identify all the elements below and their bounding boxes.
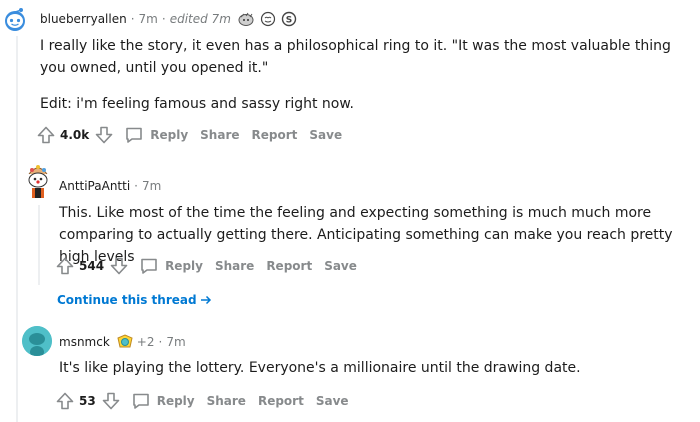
reply-label: Reply — [156, 394, 195, 408]
separator-dot: · — [161, 12, 166, 26]
report-button[interactable]: Report — [258, 394, 304, 408]
separator-dot: · — [134, 179, 138, 193]
vote-count: 544 — [79, 259, 105, 273]
comment-paragraph: It's like playing the lottery. Everyone'… — [59, 360, 581, 376]
comment-actions: 53 Reply Share Report Save — [55, 389, 361, 413]
comment-meta: msnmck +2 · 7m — [59, 334, 186, 350]
separator-dot: · — [158, 335, 163, 349]
avatar[interactable] — [0, 4, 30, 34]
reply-button[interactable]: Reply — [124, 125, 188, 145]
award-icon-3[interactable]: S — [281, 11, 297, 27]
award-icon-1[interactable] — [237, 11, 255, 27]
username[interactable]: AnttiPaAntti — [59, 179, 130, 193]
upvote-icon — [37, 126, 55, 144]
report-button[interactable]: Report — [252, 128, 298, 142]
upvote-icon — [56, 257, 74, 275]
downvote-icon — [95, 126, 113, 144]
comment-bubble-icon — [132, 393, 149, 409]
arrow-right-icon — [200, 295, 211, 305]
save-button[interactable]: Save — [316, 394, 349, 408]
save-button[interactable]: Save — [309, 128, 342, 142]
comment-bubble-icon — [141, 258, 157, 274]
report-label: Report — [266, 259, 313, 273]
teal-snoo-avatar-icon — [22, 326, 52, 356]
downvote-button[interactable] — [94, 125, 114, 145]
save-button[interactable]: Save — [324, 259, 357, 273]
comment-paragraph: I really like the story, it even has a p… — [40, 38, 671, 76]
clown-snoo-avatar-icon — [28, 165, 48, 198]
comment-meta: AnttiPaAntti · 7m — [59, 179, 161, 193]
vote-count: 4.0k — [60, 128, 90, 142]
downvote-icon — [102, 392, 120, 410]
downvote-icon — [110, 257, 128, 275]
continue-thread-link[interactable]: Continue this thread — [57, 293, 212, 307]
report-label: Report — [257, 394, 304, 408]
share-label: Share — [206, 394, 246, 408]
thread-line-2[interactable] — [38, 205, 40, 285]
share-label: Share — [200, 128, 240, 142]
thread-line-1[interactable] — [16, 36, 18, 422]
award-icon[interactable] — [116, 334, 134, 350]
comment-meta: blueberryallen · 7m · edited 7m S — [40, 11, 297, 27]
downvote-button[interactable] — [101, 391, 121, 411]
reply-button[interactable]: Reply — [139, 256, 203, 276]
comment-body: It's like playing the lottery. Everyone'… — [59, 357, 689, 379]
timestamp[interactable]: 7m — [166, 335, 185, 349]
upvote-icon — [56, 392, 74, 410]
comment-body: I really like the story, it even has a p… — [40, 35, 680, 115]
save-label: Save — [315, 394, 349, 408]
avatar[interactable] — [22, 326, 52, 356]
save-label: Save — [324, 259, 357, 273]
continue-thread-label: Continue this thread — [57, 293, 197, 307]
report-button[interactable]: Report — [266, 259, 312, 273]
username[interactable]: blueberryallen — [40, 12, 127, 26]
timestamp[interactable]: 7m — [139, 12, 158, 26]
reply-label: Reply — [150, 128, 189, 142]
report-label: Report — [251, 128, 298, 142]
save-label: Save — [309, 128, 343, 142]
username[interactable]: msnmck — [59, 335, 110, 349]
share-button[interactable]: Share — [215, 259, 254, 273]
avatar[interactable] — [23, 164, 53, 202]
comment-paragraph: Edit: i'm feeling famous and sassy right… — [40, 96, 354, 112]
award-icon-2[interactable] — [259, 11, 277, 27]
share-label: Share — [214, 259, 255, 273]
downvote-button[interactable] — [109, 256, 129, 276]
upvote-button[interactable] — [55, 256, 75, 276]
snoo-avatar-icon — [0, 4, 30, 34]
share-button[interactable]: Share — [200, 128, 239, 142]
svg-text:S: S — [286, 16, 292, 26]
upvote-button[interactable] — [55, 391, 75, 411]
comment-actions: 544 Reply Share Report Save — [55, 254, 369, 278]
timestamp[interactable]: 7m — [142, 179, 161, 193]
share-button[interactable]: Share — [207, 394, 246, 408]
reply-button[interactable]: Reply — [131, 391, 195, 411]
edited-label: edited 7m — [169, 12, 231, 26]
separator-dot: · — [130, 12, 135, 26]
vote-count: 53 — [79, 394, 96, 408]
award-count[interactable]: +2 — [137, 335, 155, 349]
reply-label: Reply — [165, 259, 203, 273]
comment-actions: 4.0k Reply Share Report Save — [36, 123, 354, 147]
upvote-button[interactable] — [36, 125, 56, 145]
comment-bubble-icon — [126, 127, 143, 143]
